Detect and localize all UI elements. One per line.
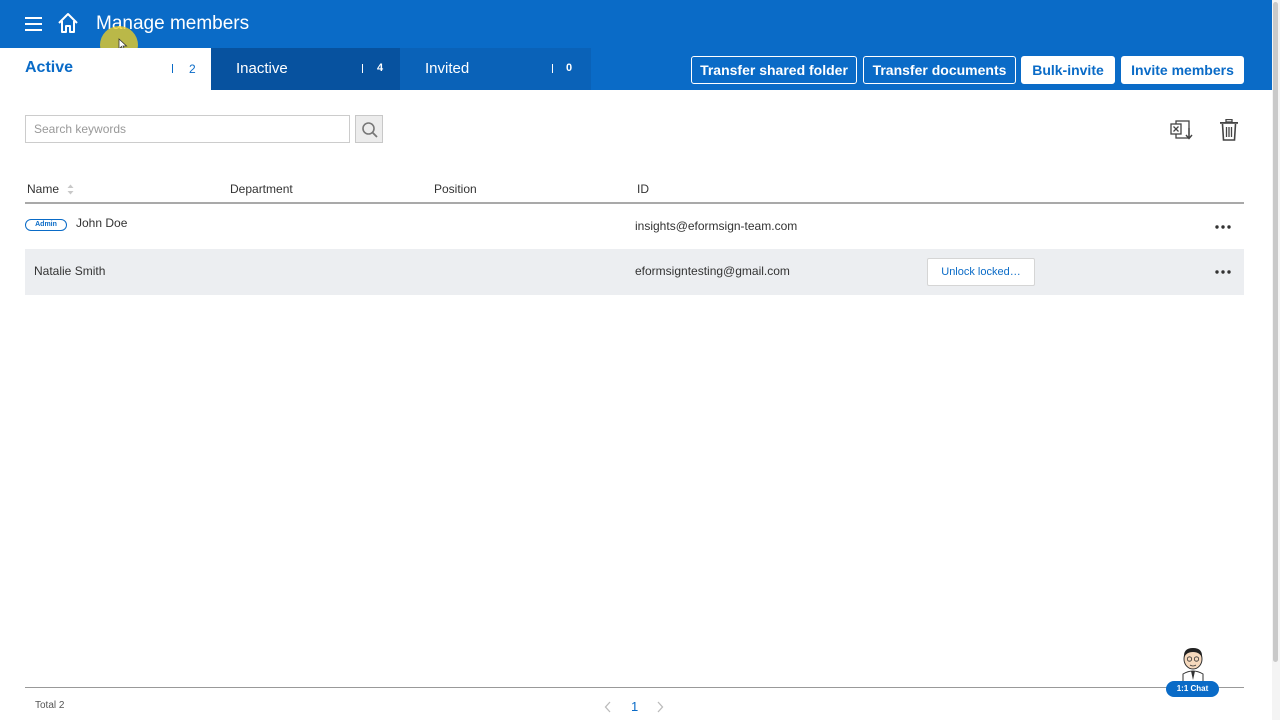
tab-label: Active xyxy=(25,59,74,76)
transfer-shared-folder-button[interactable]: Transfer shared folder xyxy=(691,56,857,84)
admin-badge: Admin xyxy=(25,219,67,231)
home-icon[interactable] xyxy=(57,12,79,34)
column-header-name[interactable]: Name xyxy=(27,182,59,196)
search-button[interactable] xyxy=(355,115,383,143)
search-input[interactable] xyxy=(25,115,350,143)
unlock-locked-button[interactable]: Unlock locked… xyxy=(927,258,1035,286)
member-name: John Doe xyxy=(76,216,128,230)
tab-divider xyxy=(172,64,173,73)
table-row[interactable]: Admin John Doe insights@eformsign-team.c… xyxy=(25,204,1244,250)
page-title: Manage members xyxy=(96,13,250,34)
previous-page-icon[interactable] xyxy=(604,701,612,713)
tab-inactive[interactable]: Inactive 4 xyxy=(211,48,400,90)
more-dots-icon[interactable] xyxy=(1214,269,1232,275)
support-agent-avatar-icon xyxy=(1182,648,1204,682)
bulk-invite-button[interactable]: Bulk-invite xyxy=(1021,56,1115,84)
sort-icon[interactable] xyxy=(67,184,74,195)
tab-divider xyxy=(362,64,363,73)
search-icon xyxy=(362,122,378,138)
table-row[interactable]: Natalie Smith eformsigntesting@gmail.com… xyxy=(25,249,1244,295)
chat-label: 1:1 Chat xyxy=(1166,681,1219,697)
tab-label: Inactive xyxy=(236,60,288,77)
tab-divider xyxy=(552,64,553,73)
total-count: Total 2 xyxy=(35,700,65,711)
column-header-id: ID xyxy=(637,182,649,196)
tab-invited[interactable]: Invited 0 xyxy=(400,48,591,90)
trash-icon[interactable] xyxy=(1219,119,1239,141)
column-header-position: Position xyxy=(434,182,477,196)
tab-active[interactable]: Active 2 xyxy=(0,48,211,90)
tab-count: 2 xyxy=(189,62,196,76)
tab-count: 4 xyxy=(377,62,384,74)
page-number[interactable]: 1 xyxy=(631,699,638,714)
hamburger-menu-icon[interactable] xyxy=(24,14,44,34)
top-bar: Manage members xyxy=(0,0,1272,48)
column-header-department: Department xyxy=(230,182,293,196)
footer-divider xyxy=(25,687,1244,688)
tab-count: 0 xyxy=(566,62,573,74)
invite-members-button[interactable]: Invite members xyxy=(1121,56,1244,84)
excel-download-icon[interactable] xyxy=(1170,119,1194,141)
transfer-documents-button[interactable]: Transfer documents xyxy=(863,56,1016,84)
member-name: Natalie Smith xyxy=(34,264,106,278)
member-id: eformsigntesting@gmail.com xyxy=(635,264,790,278)
scrollbar-thumb[interactable] xyxy=(1273,2,1278,662)
chat-widget[interactable]: 1:1 Chat xyxy=(1166,646,1219,698)
tab-label: Invited xyxy=(425,60,470,77)
next-page-icon[interactable] xyxy=(656,701,664,713)
member-id: insights@eformsign-team.com xyxy=(635,219,798,233)
more-dots-icon[interactable] xyxy=(1214,224,1232,230)
